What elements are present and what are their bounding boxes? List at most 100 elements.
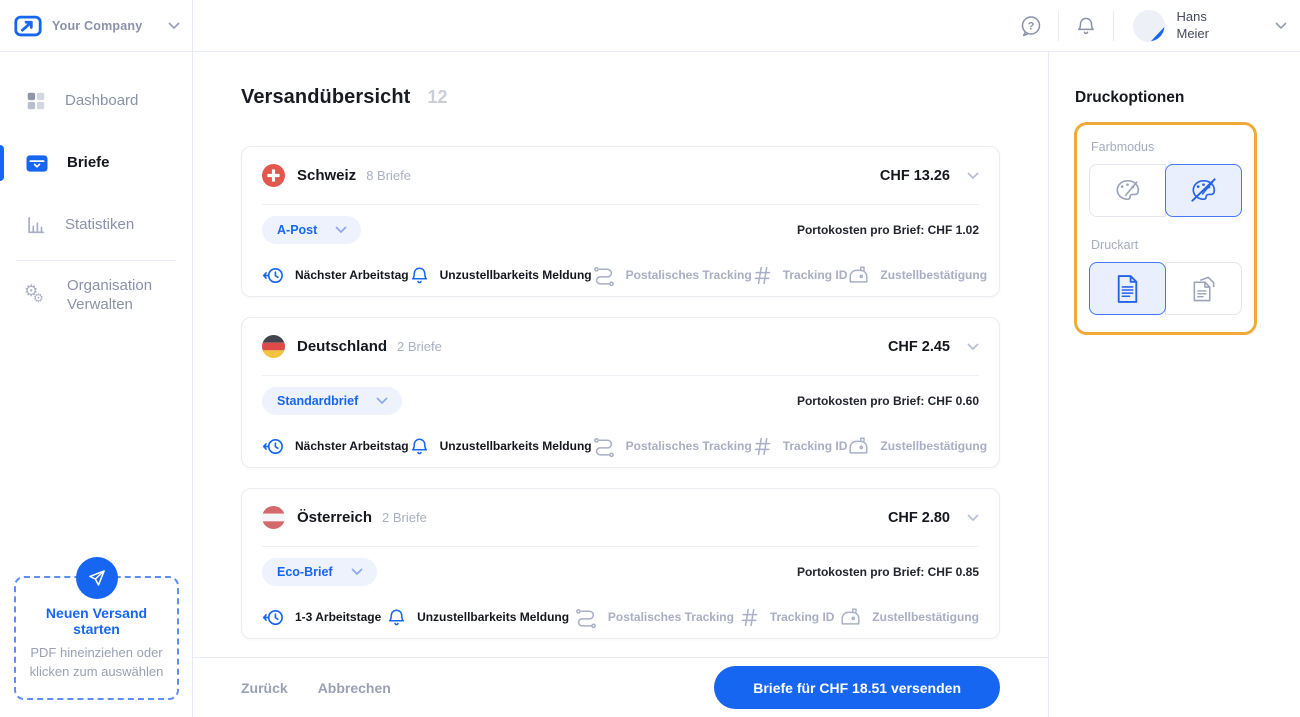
product-dropdown[interactable]: Eco-Brief	[262, 557, 377, 586]
feature-label: Tracking ID	[782, 268, 848, 282]
feature-undeliverable-notice[interactable]: Unzustellbarkeits Meldung	[409, 436, 592, 457]
cancel-button[interactable]: Abbrechen	[318, 680, 391, 696]
card-letter-count: 2 Briefe	[382, 510, 427, 525]
color-mode-bw-button[interactable]	[1165, 164, 1242, 217]
color-mode-label: Farbmodus	[1091, 140, 1155, 154]
card-total: CHF 2.45	[887, 338, 950, 355]
feature-undeliverable-notice[interactable]: Unzustellbarkeits Meldung	[386, 607, 569, 628]
feature-label: Zustellbestätigung	[872, 610, 979, 624]
sidebar-item-organisation[interactable]: ⚙ ⚙ Organisation Verwalten	[0, 265, 192, 327]
mailbox-icon	[839, 606, 862, 628]
sidebar-item-dashboard[interactable]: Dashboard	[0, 70, 192, 132]
paper-plane-icon	[75, 557, 118, 600]
card-header: Deutschland 2 Briefe CHF 2.45	[242, 318, 999, 375]
bell-icon	[409, 265, 430, 286]
send-letters-button[interactable]: Briefe für CHF 18.51 versenden	[714, 666, 1000, 709]
palette-icon	[1111, 174, 1144, 207]
dropzone-title: Neuen Versand starten	[45, 605, 148, 638]
user-first-name: Hans	[1176, 8, 1207, 24]
feature-label: Nächster Arbeitstag	[295, 439, 409, 453]
feature-delivery-time[interactable]: 1-3 Arbeitstage	[262, 606, 381, 629]
country-card-oesterreich: Österreich 2 Briefe CHF 2.80 Eco-Brief P…	[241, 488, 1000, 639]
dropzone-subtitle: PDF hineinziehen oder klicken zum auswäh…	[29, 645, 164, 680]
sidebar-nav: Dashboard Briefe Statistiken ⚙ ⚙ Organisa…	[0, 52, 192, 327]
feature-delivery-confirmation[interactable]: Zustellbestätigung	[839, 606, 979, 628]
clock-arrow-icon	[262, 606, 285, 629]
mailbox-icon	[847, 435, 870, 457]
feature-label: Postalisches Tracking	[625, 439, 752, 453]
feature-label: Unzustellbarkeits Meldung	[439, 268, 592, 282]
notifications-button[interactable]	[1065, 5, 1107, 47]
back-button[interactable]: Zurück	[241, 680, 288, 696]
product-dropdown[interactable]: A-Post	[262, 215, 362, 244]
product-dropdown-value: Standardbrief	[277, 393, 359, 408]
print-options-highlight-box: Farbmodus Druckart	[1074, 122, 1257, 335]
feature-delivery-time[interactable]: Nächster Arbeitstag	[262, 435, 409, 458]
chevron-down-icon	[335, 226, 347, 234]
card-country: Österreich	[297, 509, 373, 526]
sidebar-item-briefe[interactable]: Briefe	[0, 132, 192, 194]
chevron-down-icon[interactable]	[967, 172, 979, 180]
page-title: Versandübersicht	[241, 86, 411, 108]
card-header: Österreich 2 Briefe CHF 2.80	[242, 489, 999, 546]
card-letter-count: 8 Briefe	[366, 168, 411, 183]
user-name[interactable]: Hans Meier	[1176, 9, 1209, 43]
help-button[interactable]: ?	[1010, 5, 1052, 47]
feature-label: Zustellbestätigung	[880, 439, 988, 453]
feature-tracking-id[interactable]: Tracking ID	[739, 607, 835, 628]
feature-delivery-time[interactable]: Nächster Arbeitstag	[262, 264, 409, 287]
feature-tracking-id[interactable]: Tracking ID	[752, 265, 848, 286]
color-mode-color-button[interactable]	[1089, 164, 1166, 217]
pdf-dropzone[interactable]: Neuen Versand starten PDF hineinziehen o…	[14, 557, 179, 700]
letter-count-badge: 12	[427, 87, 448, 107]
topbar-divider	[1113, 10, 1115, 41]
product-dropdown[interactable]: Standardbrief	[262, 386, 403, 415]
bell-icon	[1075, 15, 1097, 37]
german-flag-icon	[262, 335, 285, 358]
sidebar-item-statistiken[interactable]: Statistiken	[0, 194, 192, 256]
document-simplex-icon	[1115, 274, 1140, 304]
print-type-simplex-button[interactable]	[1089, 262, 1166, 315]
sidebar-item-label: Organisation Verwalten	[67, 277, 153, 313]
document-duplex-icon	[1190, 274, 1217, 303]
chevron-down-icon[interactable]	[967, 343, 979, 351]
postage-per-letter: Portokosten pro Brief: CHF 1.02	[796, 222, 979, 237]
print-options-panel: Druckoptionen Farbmodus Druckart	[1048, 52, 1300, 717]
sidebar-item-label: Dashboard	[65, 91, 139, 109]
palette-crossed-icon	[1187, 174, 1220, 207]
feature-label: Tracking ID	[769, 610, 835, 624]
card-country: Deutschland	[297, 338, 388, 355]
mailbox-icon	[847, 264, 870, 286]
page-title-row: Versandübersicht 12	[241, 86, 1000, 109]
color-mode-segment	[1089, 164, 1242, 217]
hash-icon	[752, 436, 773, 457]
clock-arrow-icon	[262, 264, 285, 287]
topbar-divider	[1058, 10, 1060, 41]
company-selector[interactable]: Your Company	[0, 0, 192, 52]
feature-undeliverable-notice[interactable]: Unzustellbarkeits Meldung	[409, 265, 592, 286]
chevron-down-icon[interactable]	[967, 514, 979, 522]
card-letter-count: 2 Briefe	[397, 339, 442, 354]
avatar[interactable]	[1132, 9, 1166, 43]
feature-delivery-confirmation[interactable]: Zustellbestätigung	[847, 264, 987, 286]
postage-per-letter: Portokosten pro Brief: CHF 0.60	[796, 393, 979, 408]
feature-label: Postalisches Tracking	[607, 610, 734, 624]
print-options-title: Druckoptionen	[1075, 89, 1185, 106]
main-content: Versandübersicht 12 Schweiz 8 Briefe CHF…	[193, 52, 1048, 717]
chevron-down-icon[interactable]	[1275, 22, 1287, 30]
company-name: Your Company	[52, 18, 143, 33]
sidebar-divider	[16, 260, 176, 261]
print-type-duplex-button[interactable]	[1165, 262, 1242, 315]
sidebar-item-label: Briefe	[67, 153, 110, 171]
feature-postal-tracking[interactable]: Postalisches Tracking	[574, 606, 734, 629]
feature-label: Unzustellbarkeits Meldung	[439, 439, 592, 453]
feature-postal-tracking[interactable]: Postalisches Tracking	[592, 264, 752, 287]
chevron-down-icon	[376, 397, 388, 405]
chevron-down-icon[interactable]	[168, 22, 180, 30]
feature-tracking-id[interactable]: Tracking ID	[752, 436, 847, 457]
country-card-deutschland: Deutschland 2 Briefe CHF 2.45 Standardbr…	[241, 317, 1000, 468]
feature-delivery-confirmation[interactable]: Zustellbestätigung	[847, 435, 987, 457]
feature-postal-tracking[interactable]: Postalisches Tracking	[592, 435, 752, 458]
card-total: CHF 2.80	[887, 509, 950, 526]
clock-arrow-icon	[262, 435, 285, 458]
